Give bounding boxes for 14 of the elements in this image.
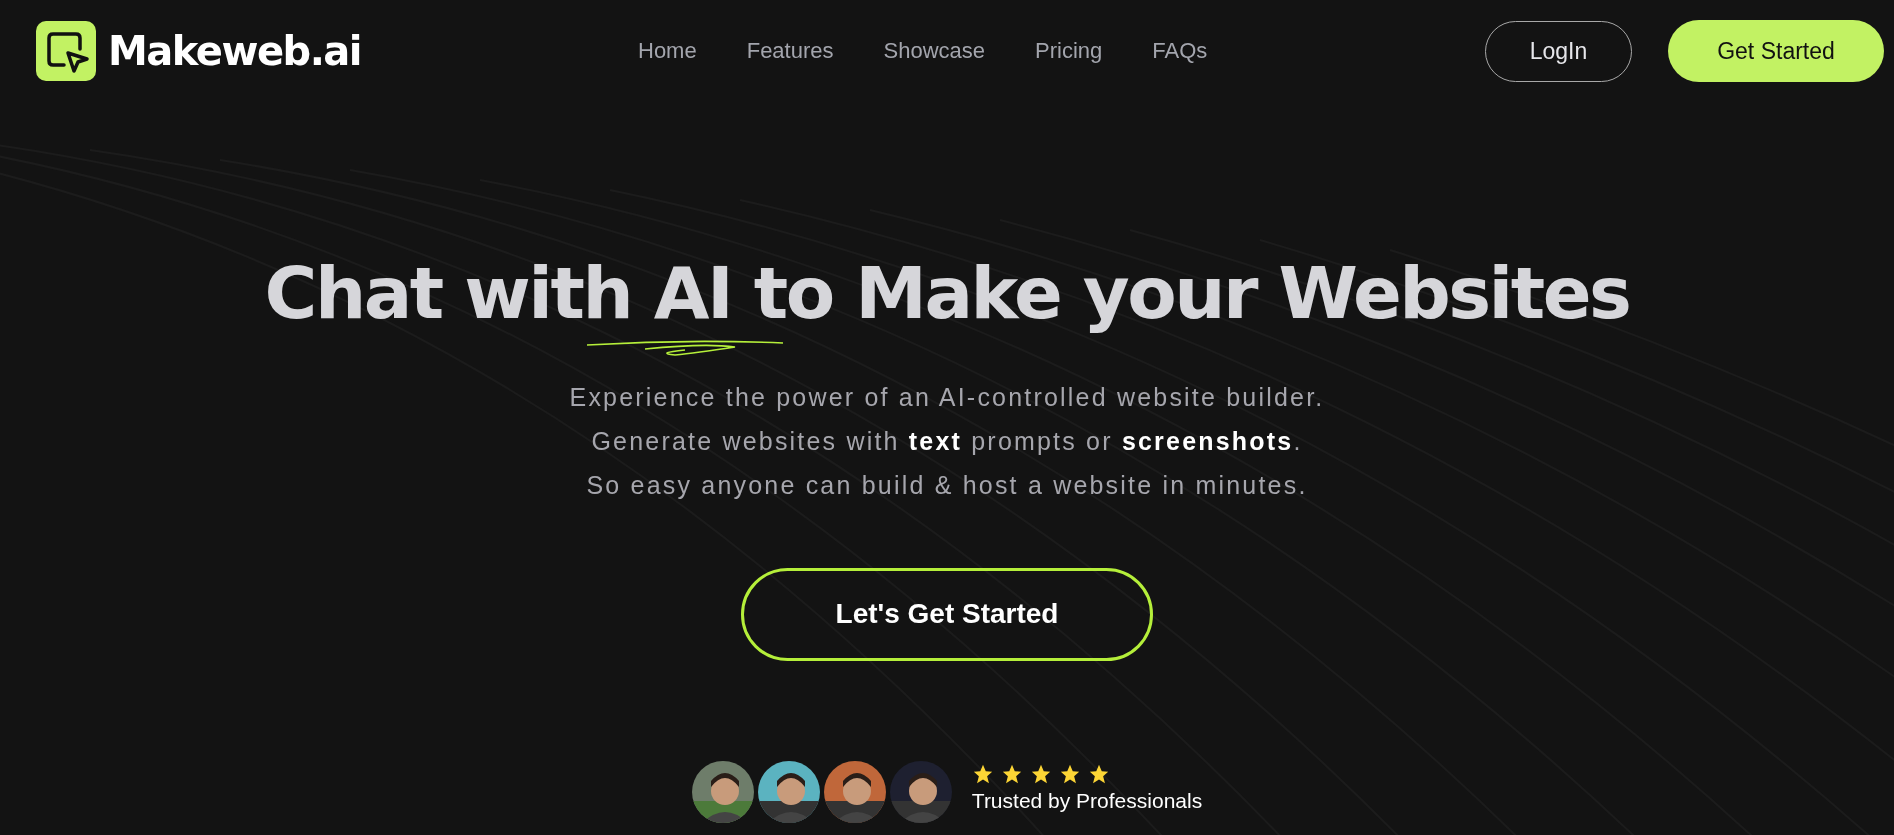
- get-started-button[interactable]: Get Started: [1668, 20, 1884, 82]
- hero-subtitle: So easy anyone can build & host a website in minutes.: [586, 470, 1308, 500]
- nav-link[interactable]: Home: [638, 38, 697, 64]
- nav-link[interactable]: FAQs: [1152, 38, 1208, 64]
- logo-icon: [36, 21, 96, 81]
- nav-link[interactable]: Pricing: [1035, 38, 1103, 64]
- cta-button[interactable]: Let's Get Started: [741, 567, 1153, 661]
- brand-name: Makeweb.ai: [108, 28, 362, 74]
- hero-title: Chat with AI to Make your Websites: [264, 250, 1630, 337]
- hero-subtitle: Experience the power of an AI-controlled website builder.: [569, 382, 1325, 412]
- hero-subtitle: Generate websites with text prompts or screenshots.: [591, 426, 1303, 456]
- nav-link[interactable]: Features: [746, 38, 834, 64]
- nav-link[interactable]: Showcase: [883, 38, 986, 64]
- trust-caption: Trusted by Professionals: [971, 788, 1203, 813]
